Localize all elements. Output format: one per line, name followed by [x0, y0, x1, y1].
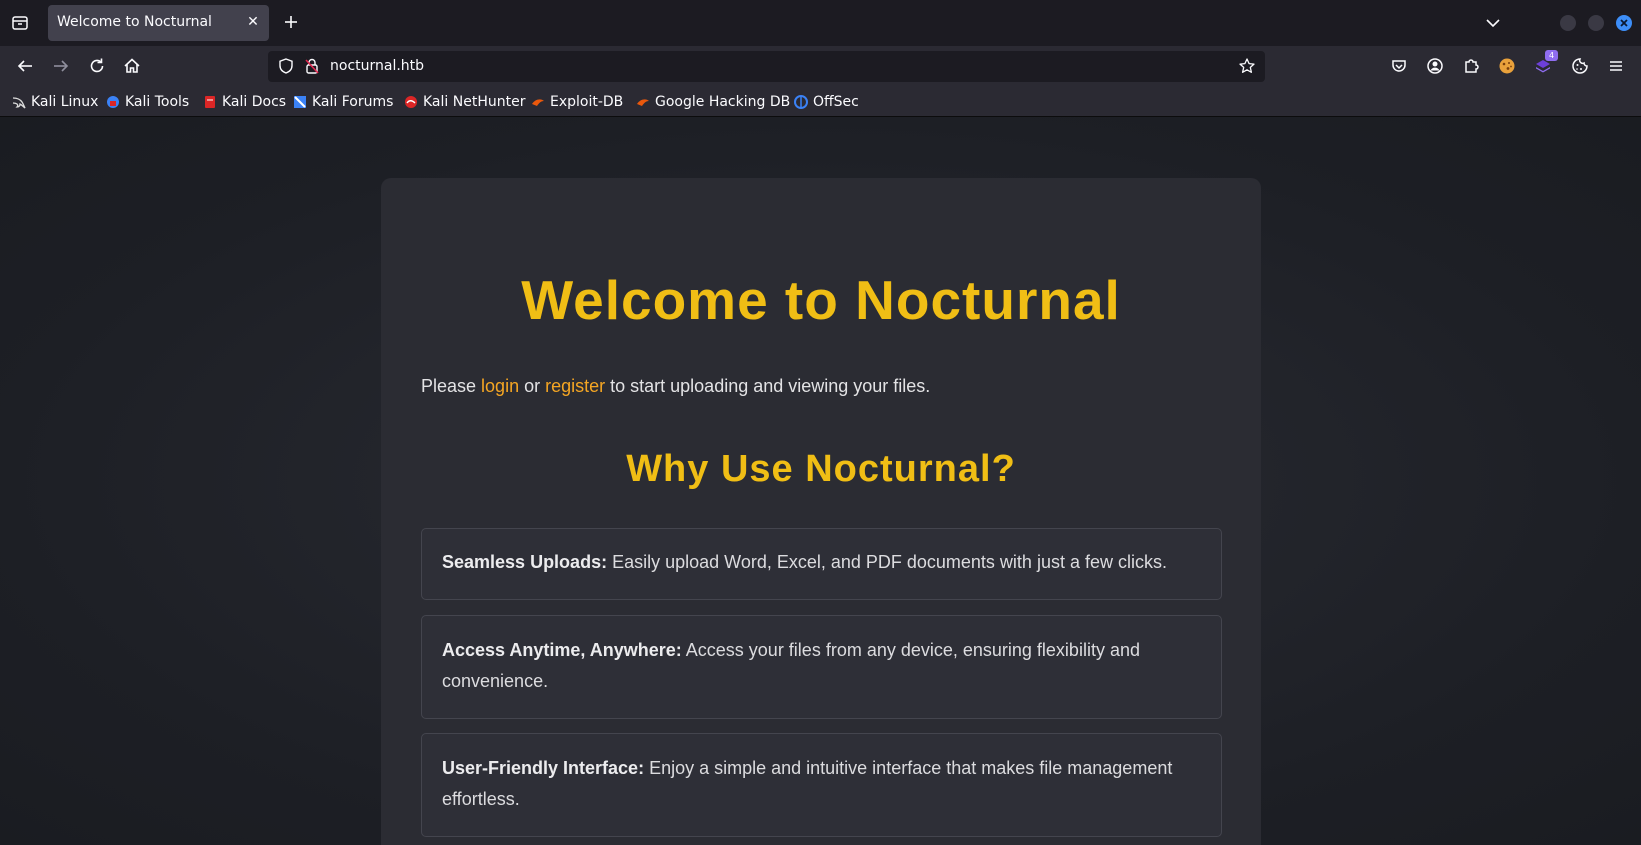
tab-strip: Welcome to Nocturnal ✕ [0, 0, 1641, 46]
bookmark-label: Kali NetHunter [423, 94, 526, 110]
navigation-toolbar: nocturnal.htb 4 [0, 46, 1641, 86]
bookmark-kali-forums[interactable]: Kali Forums [293, 92, 393, 112]
bookmark-kali-nethunter[interactable]: Kali NetHunter [404, 92, 525, 112]
kali-forums-icon [293, 95, 307, 109]
layers-extension-icon[interactable]: 4 [1533, 50, 1558, 76]
cookie-icon[interactable] [1570, 56, 1590, 76]
feature-title: Access Anytime, Anywhere: [442, 640, 682, 660]
kali-tools-icon [106, 95, 120, 109]
feature-card-seamless-uploads: Seamless Uploads: Easily upload Word, Ex… [421, 528, 1222, 600]
bookmark-offsec[interactable]: OffSec [794, 92, 859, 112]
bookmark-star-icon[interactable] [1238, 57, 1256, 75]
window-maximize-button[interactable] [1588, 15, 1604, 31]
address-bar[interactable]: nocturnal.htb [268, 51, 1265, 82]
bookmark-kali-tools[interactable]: Kali Tools [106, 92, 189, 112]
url-text[interactable]: nocturnal.htb [330, 58, 424, 74]
login-link[interactable]: login [481, 376, 519, 396]
intro-suffix: to start uploading and viewing your file… [605, 376, 931, 396]
bookmark-kali-linux[interactable]: Kali Linux [12, 92, 98, 112]
offsec-icon [794, 95, 808, 109]
chevron-down-icon[interactable] [1483, 13, 1503, 33]
tab-list-icon[interactable] [10, 13, 30, 33]
welcome-card: Welcome to Nocturnal Please login or reg… [381, 178, 1261, 845]
intro-prefix: Please [421, 376, 482, 396]
section-title: Why Use Nocturnal? [626, 448, 1016, 490]
kali-docs-icon [203, 95, 217, 109]
pocket-icon[interactable] [1389, 56, 1409, 76]
feature-text: Easily upload Word, Excel, and PDF docum… [607, 552, 1167, 572]
window-close-button[interactable] [1616, 15, 1632, 31]
bookmark-label: Google Hacking DB [655, 94, 791, 110]
bookmark-exploit-db[interactable]: Exploit-DB [531, 92, 623, 112]
feature-title: User-Friendly Interface: [442, 758, 645, 778]
back-arrow-icon[interactable] [15, 56, 35, 76]
bookmarks-toolbar: Kali Linux Kali Tools Kali Docs Kali For… [0, 86, 1641, 117]
feature-title: Seamless Uploads: [442, 552, 608, 572]
reload-icon[interactable] [87, 56, 107, 76]
tracking-shield-icon[interactable] [277, 57, 295, 75]
window-minimize-button[interactable] [1560, 15, 1576, 31]
bookmark-label: Kali Linux [31, 94, 99, 110]
bookmark-label: Exploit-DB [550, 94, 624, 110]
new-tab-icon[interactable] [281, 12, 301, 32]
page-viewport: Welcome to Nocturnal Please login or reg… [0, 117, 1641, 845]
bookmark-label: Kali Tools [125, 94, 190, 110]
tab-close-icon[interactable]: ✕ [245, 14, 261, 30]
extension-badge: 4 [1545, 50, 1558, 61]
tab-title: Welcome to Nocturnal [57, 14, 212, 30]
intro-middle: or [519, 376, 546, 396]
insecure-lock-icon[interactable] [303, 57, 321, 75]
exploit-db-icon [531, 95, 545, 109]
google-hacking-db-icon [636, 95, 650, 109]
tab-active[interactable]: Welcome to Nocturnal ✕ [48, 5, 269, 41]
feature-card-access-anytime: Access Anytime, Anywhere: Access your fi… [421, 615, 1222, 719]
home-icon[interactable] [122, 56, 142, 76]
forward-arrow-icon[interactable] [51, 56, 71, 76]
bookmark-label: OffSec [813, 94, 859, 110]
cookie-extension-icon[interactable] [1497, 56, 1517, 76]
account-icon[interactable] [1425, 56, 1445, 76]
bookmark-label: Kali Forums [312, 94, 394, 110]
intro-text: Please login or register to start upload… [421, 376, 930, 397]
bookmark-label: Kali Docs [222, 94, 287, 110]
register-link[interactable]: register [545, 376, 605, 396]
kali-dragon-icon [12, 95, 26, 109]
bookmark-google-hacking-db[interactable]: Google Hacking DB [636, 92, 790, 112]
page-title: Welcome to Nocturnal [521, 269, 1121, 331]
feature-card-user-friendly: User-Friendly Interface: Enjoy a simple … [421, 733, 1222, 837]
hamburger-menu-icon[interactable] [1606, 56, 1626, 76]
bookmark-kali-docs[interactable]: Kali Docs [203, 92, 286, 112]
kali-nethunter-icon [404, 95, 418, 109]
extensions-puzzle-icon[interactable] [1461, 56, 1481, 76]
